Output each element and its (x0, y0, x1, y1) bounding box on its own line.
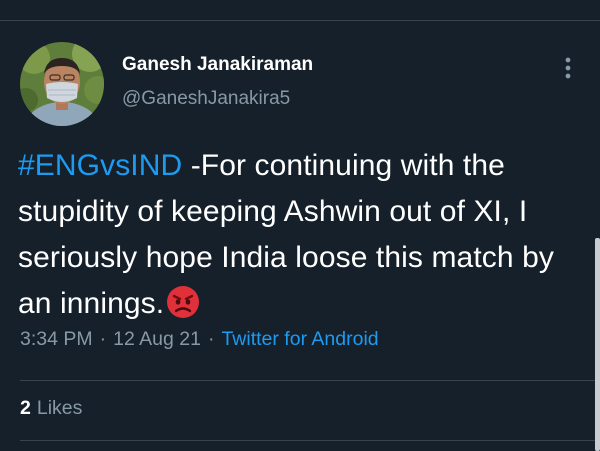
bottom-divider (20, 440, 600, 441)
angry-face-emoji-icon (166, 285, 200, 333)
likes-count: 2 (20, 397, 31, 419)
likes-stat[interactable]: 2 Likes (20, 397, 82, 420)
meta-separator: · (207, 328, 215, 350)
tweet-text: #ENGvsIND -For continuing with the stupi… (18, 143, 588, 333)
tweet-date[interactable]: 12 Aug 21 (113, 328, 201, 350)
vertical-ellipsis-icon (565, 57, 571, 79)
profile-photo-icon (20, 42, 104, 126)
more-options-button[interactable] (556, 54, 580, 82)
tweet-source-link[interactable]: Twitter for Android (221, 328, 378, 350)
hashtag-link[interactable]: #ENGvsIND (18, 149, 182, 182)
tweet-time[interactable]: 3:34 PM (20, 328, 93, 350)
meta-separator: · (99, 328, 107, 350)
tweet-meta: 3:34 PM · 12 Aug 21 · Twitter for Android (20, 328, 379, 351)
scrollbar[interactable] (595, 238, 600, 451)
author-display-name[interactable]: Ganesh Janakiraman (122, 54, 313, 76)
stats-divider (20, 380, 600, 381)
avatar[interactable] (20, 42, 104, 126)
likes-label: Likes (36, 397, 83, 419)
author-handle: @GaneshJanakira5 (122, 88, 291, 109)
